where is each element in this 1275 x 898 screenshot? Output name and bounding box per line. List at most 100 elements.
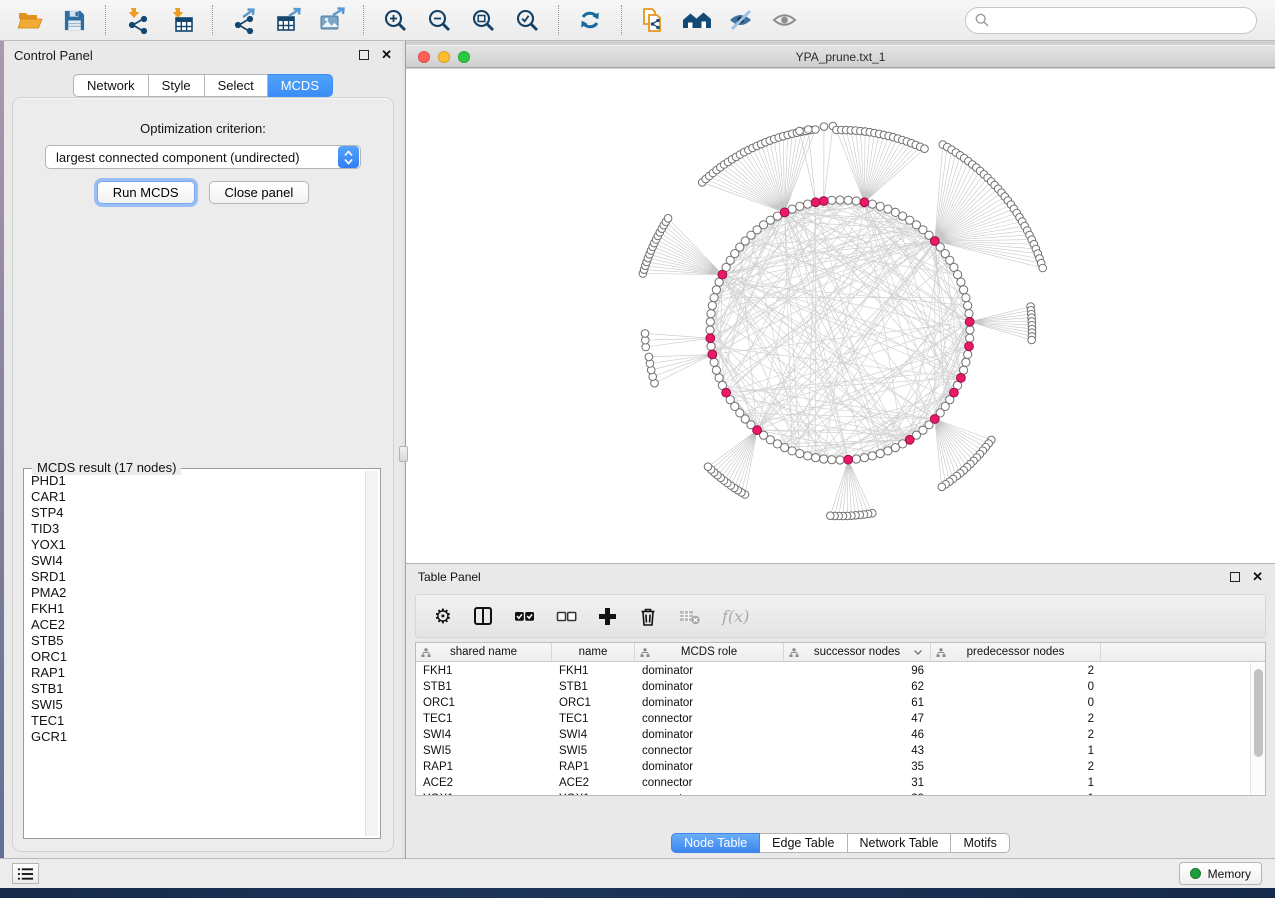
graph-node[interactable] (812, 454, 820, 462)
graph-mcds-node[interactable] (706, 334, 715, 343)
tab-network[interactable]: Network (73, 74, 149, 97)
graph-node[interactable] (712, 286, 720, 294)
column-header-name[interactable]: name (552, 643, 635, 661)
zoom-in-button[interactable] (375, 3, 415, 37)
network-graph[interactable] (406, 69, 1275, 563)
graph-node[interactable] (1028, 336, 1036, 344)
graph-node[interactable] (868, 452, 876, 460)
zoom-out-button[interactable] (419, 3, 459, 37)
graph-mcds-node[interactable] (930, 237, 939, 246)
graph-node[interactable] (860, 454, 868, 462)
graph-node[interactable] (664, 215, 672, 223)
tab-network-table[interactable]: Network Table (848, 833, 952, 853)
import-table-button[interactable] (161, 3, 201, 37)
run-mcds-button[interactable]: Run MCDS (97, 181, 195, 204)
graph-node[interactable] (715, 374, 723, 382)
graph-mcds-node[interactable] (811, 198, 820, 207)
graph-node[interactable] (827, 512, 835, 520)
task-history-button[interactable] (12, 863, 39, 884)
first-neighbors-button[interactable] (677, 3, 717, 37)
mcds-result-item[interactable]: RAP1 (26, 665, 364, 681)
maximize-window-button[interactable] (458, 51, 470, 63)
tab-style[interactable]: Style (149, 74, 205, 97)
graph-node[interactable] (796, 450, 804, 458)
mcds-result-item[interactable]: PMA2 (26, 585, 364, 601)
mcds-result-item[interactable]: TEC1 (26, 713, 364, 729)
close-window-button[interactable] (418, 51, 430, 63)
table-row[interactable]: SWI4SWI4dominator462 (416, 727, 1250, 743)
graph-node[interactable] (965, 310, 973, 318)
graph-node[interactable] (966, 326, 974, 334)
vertical-splitter[interactable] (402, 41, 406, 858)
graph-node[interactable] (836, 196, 844, 204)
table-scrollbar[interactable] (1250, 663, 1265, 794)
graph-node[interactable] (828, 456, 836, 464)
mcds-result-item[interactable]: STB5 (26, 633, 364, 649)
graph-mcds-node[interactable] (708, 350, 717, 359)
graph-node[interactable] (844, 196, 852, 204)
graph-node[interactable] (852, 455, 860, 463)
graph-node[interactable] (962, 358, 970, 366)
add-row-button[interactable] (598, 607, 617, 626)
graph-mcds-node[interactable] (905, 435, 914, 444)
mcds-result-item[interactable]: YOX1 (26, 537, 364, 553)
graph-node[interactable] (710, 294, 718, 302)
graph-mcds-node[interactable] (819, 197, 828, 206)
graph-node[interactable] (820, 123, 828, 131)
mcds-result-item[interactable]: SWI4 (26, 553, 364, 569)
tab-motifs[interactable]: Motifs (951, 833, 1009, 853)
export-network-button[interactable] (224, 3, 264, 37)
graph-node[interactable] (812, 126, 820, 134)
show-all-button[interactable] (765, 3, 805, 37)
clone-network-button[interactable] (633, 3, 673, 37)
graph-mcds-node[interactable] (780, 208, 789, 217)
criterion-select[interactable]: largest connected component (undirected) (45, 145, 361, 169)
graph-mcds-node[interactable] (965, 317, 974, 326)
graph-node[interactable] (966, 334, 974, 342)
graph-node[interactable] (788, 447, 796, 455)
graph-node[interactable] (884, 205, 892, 213)
table-row[interactable]: RAP1RAP1dominator352 (416, 759, 1250, 775)
graph-node[interactable] (707, 342, 715, 350)
table-row[interactable]: SWI5SWI5connector431 (416, 743, 1250, 759)
select-all-button[interactable] (514, 609, 535, 624)
mcds-list-scrollbar[interactable] (365, 471, 378, 836)
graph-node[interactable] (712, 366, 720, 374)
import-network-button[interactable] (117, 3, 157, 37)
delete-table-button[interactable] (679, 608, 701, 625)
delete-row-button[interactable] (638, 606, 658, 627)
table-scrollbar-thumb[interactable] (1254, 669, 1263, 757)
table-row[interactable]: FKH1FKH1dominator962 (416, 663, 1250, 679)
graph-node[interactable] (828, 196, 836, 204)
save-session-button[interactable] (54, 3, 94, 37)
graph-node[interactable] (964, 350, 972, 358)
graph-node[interactable] (868, 200, 876, 208)
tab-select[interactable]: Select (205, 74, 268, 97)
memory-button[interactable]: Memory (1179, 862, 1262, 885)
mcds-result-item[interactable]: GCR1 (26, 729, 364, 745)
search-box[interactable] (965, 7, 1257, 34)
zoom-selected-button[interactable] (507, 3, 547, 37)
graph-node[interactable] (884, 447, 892, 455)
graph-node[interactable] (957, 278, 965, 286)
column-header-MCDS-role[interactable]: MCDS role (635, 643, 784, 661)
graph-node[interactable] (804, 126, 812, 134)
graph-node[interactable] (954, 271, 962, 279)
graph-node[interactable] (641, 330, 649, 338)
graph-node[interactable] (706, 318, 714, 326)
graph-mcds-node[interactable] (753, 426, 762, 435)
graph-node[interactable] (1039, 264, 1047, 272)
open-session-button[interactable] (10, 3, 50, 37)
column-header-successor-nodes[interactable]: successor nodes (784, 643, 931, 661)
graph-node[interactable] (876, 450, 884, 458)
graph-mcds-node[interactable] (718, 270, 727, 279)
close-panel-icon[interactable]: ✕ (381, 50, 392, 60)
graph-mcds-node[interactable] (930, 415, 939, 424)
export-image-button[interactable] (312, 3, 352, 37)
table-row[interactable]: ORC1ORC1dominator610 (416, 695, 1250, 711)
graph-node[interactable] (710, 358, 718, 366)
graph-mcds-node[interactable] (860, 198, 869, 207)
refresh-layout-button[interactable] (570, 3, 610, 37)
mcds-result-list[interactable]: PHD1CAR1STP4TID3YOX1SWI4SRD1PMA2FKH1ACE2… (26, 473, 364, 836)
graph-node[interactable] (852, 197, 860, 205)
